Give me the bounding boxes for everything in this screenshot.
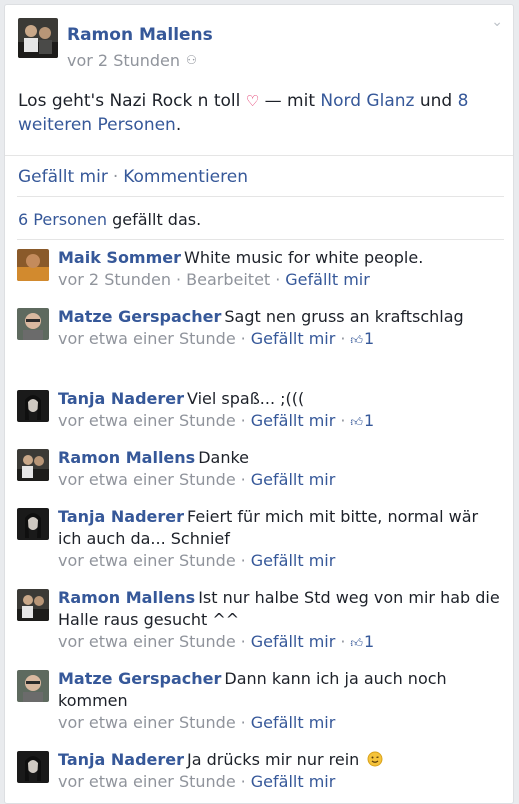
comment-meta: vor etwa einer Stunde · Gefällt mir · 👍︎1 xyxy=(58,328,503,351)
comment-like-button[interactable]: Gefällt mir xyxy=(251,470,336,489)
commenter-avatar[interactable] xyxy=(17,308,49,340)
comment-meta: vor etwa einer Stunde · Gefällt mir xyxy=(58,712,503,734)
post-card: Ramon Mallens vor 2 Stunden ⚇ ⌄ Los geht'… xyxy=(4,4,514,804)
commenter-name[interactable]: Matze Gerspacher xyxy=(58,307,221,326)
comment-time[interactable]: vor etwa einer Stunde xyxy=(58,713,236,732)
comment-like-count[interactable]: 👍︎1 xyxy=(350,329,374,348)
comment-like-button[interactable]: Gefällt mir xyxy=(251,329,336,348)
thumbs-up-icon: 👍︎ xyxy=(350,415,363,429)
divider xyxy=(5,155,513,156)
commenter-avatar[interactable] xyxy=(17,589,49,621)
separator: · xyxy=(240,329,246,348)
like-count: 1 xyxy=(363,411,375,430)
comment-meta: vor etwa einer Stunde · Gefällt mir · 👍︎1 xyxy=(58,631,503,654)
separator: · xyxy=(340,411,346,430)
comment-like-button[interactable]: Gefällt mir xyxy=(251,713,336,732)
commenter-name[interactable]: Ramon Mallens xyxy=(58,448,195,467)
separator: · xyxy=(240,632,246,651)
divider xyxy=(17,196,504,197)
thumbs-up-icon: 👍︎ xyxy=(350,333,363,347)
commenter-avatar[interactable] xyxy=(17,249,49,281)
comment-text: Danke xyxy=(198,448,250,467)
post-message: Los geht's Nazi Rock n toll xyxy=(18,91,241,111)
commenter-avatar[interactable] xyxy=(17,751,49,783)
separator: · xyxy=(112,167,119,187)
friends-icon: ⚇ xyxy=(186,53,197,67)
separator: · xyxy=(176,270,182,289)
commenter-name[interactable]: Maik Sommer xyxy=(58,248,181,267)
commenter-avatar[interactable] xyxy=(17,670,49,702)
commenter-name[interactable]: Tanja Naderer xyxy=(58,389,184,408)
separator: · xyxy=(340,632,346,651)
comment-meta: vor etwa einer Stunde · Gefällt mir · 👍︎1 xyxy=(58,410,503,433)
comment-like-button[interactable]: Gefällt mir xyxy=(251,551,336,570)
comment-like-button[interactable]: Gefällt mir xyxy=(251,411,336,430)
separator: · xyxy=(240,772,246,791)
comment-meta: vor 2 Stunden · Bearbeitet · Gefällt mir xyxy=(58,269,503,291)
commenter-name[interactable]: Tanja Naderer xyxy=(58,750,184,769)
comment-like-count[interactable]: 👍︎1 xyxy=(350,411,374,430)
heart-icon: ♡ xyxy=(245,92,260,110)
commenter-avatar[interactable] xyxy=(17,508,49,540)
with-label: — mit xyxy=(264,91,316,111)
tagged-person-link[interactable]: Nord Glanz xyxy=(320,91,414,111)
period: . xyxy=(175,115,182,135)
commenter-name[interactable]: Ramon Mallens xyxy=(58,588,195,607)
separator: · xyxy=(240,411,246,430)
post-text: Los geht's Nazi Rock n toll ♡ — mit Nord… xyxy=(18,89,508,137)
comment-time[interactable]: vor etwa einer Stunde xyxy=(58,329,236,348)
like-button[interactable]: Gefällt mir xyxy=(18,167,108,187)
commenter-avatar[interactable] xyxy=(17,390,49,422)
commenter-name[interactable]: Tanja Naderer xyxy=(58,507,184,526)
comment-time[interactable]: vor etwa einer Stunde xyxy=(58,470,236,489)
post-time[interactable]: vor 2 Stunden xyxy=(67,51,180,70)
comment-meta: vor etwa einer Stunde · Gefällt mir xyxy=(58,469,503,491)
comment-time[interactable]: vor 2 Stunden xyxy=(58,270,171,289)
comment-like-button[interactable]: Gefällt mir xyxy=(251,632,336,651)
chevron-down-icon[interactable]: ⌄ xyxy=(491,14,503,30)
edited-label[interactable]: Bearbeitet xyxy=(186,270,270,289)
comment-button[interactable]: Kommentieren xyxy=(123,167,248,187)
separator: · xyxy=(275,270,281,289)
separator: · xyxy=(240,713,246,732)
comment-like-button[interactable]: Gefällt mir xyxy=(285,270,370,289)
like-count: 1 xyxy=(363,632,375,651)
thumbs-up-icon: 👍︎ xyxy=(350,636,363,650)
comment-text: White music for white people. xyxy=(184,248,424,267)
separator: · xyxy=(340,329,346,348)
comment-meta: vor etwa einer Stunde · Gefällt mir xyxy=(58,550,503,572)
likes-summary: 6 Personen gefällt das. xyxy=(18,210,201,229)
likes-text: gefällt das. xyxy=(112,210,202,229)
comment-meta: vor etwa einer Stunde · Gefällt mir xyxy=(58,771,503,793)
comment-text: Viel spaß... ;((( xyxy=(187,389,305,408)
comment-time[interactable]: vor etwa einer Stunde xyxy=(58,551,236,570)
like-count: 1 xyxy=(363,329,375,348)
comment-text: Sagt nen gruss an kraftschlag xyxy=(224,307,464,326)
comment-time[interactable]: vor etwa einer Stunde xyxy=(58,632,236,651)
commenter-avatar[interactable] xyxy=(17,449,49,481)
author-avatar[interactable] xyxy=(18,18,58,58)
comment-time[interactable]: vor etwa einer Stunde xyxy=(58,411,236,430)
and-label: und xyxy=(419,91,453,111)
comment-time[interactable]: vor etwa einer Stunde xyxy=(58,772,236,791)
separator: · xyxy=(240,470,246,489)
smiley-icon xyxy=(367,751,383,767)
commenter-name[interactable]: Matze Gerspacher xyxy=(58,669,221,688)
likers-link[interactable]: 6 Personen xyxy=(18,210,107,229)
comment-like-button[interactable]: Gefällt mir xyxy=(251,772,336,791)
comment-like-count[interactable]: 👍︎1 xyxy=(350,632,374,651)
post-actions: Gefällt mir · Kommentieren xyxy=(18,167,248,187)
post-timestamp[interactable]: vor 2 Stunden ⚇ xyxy=(67,51,197,70)
comment-text: Ja drücks mir nur rein xyxy=(187,750,360,769)
post-author[interactable]: Ramon Mallens xyxy=(67,25,213,45)
separator: · xyxy=(240,551,246,570)
divider xyxy=(17,239,504,240)
